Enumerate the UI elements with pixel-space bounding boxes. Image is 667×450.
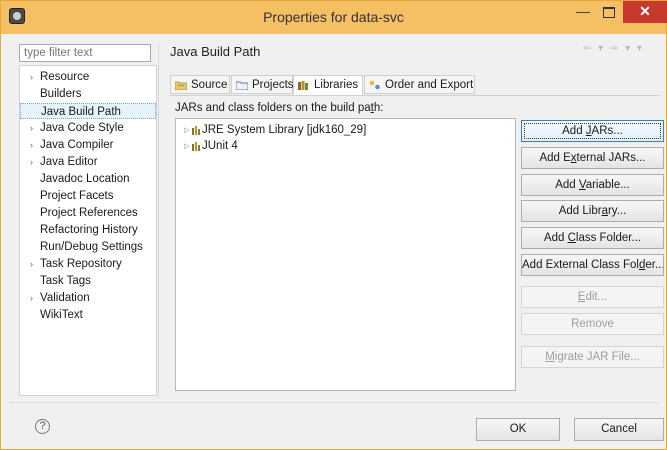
add-jars-button[interactable]: Add JARs... (521, 120, 664, 142)
tree-item-jre-system-library[interactable]: ▷ JRE System Library [jdk160_29] (182, 123, 366, 138)
nav-item[interactable]: Project References (20, 205, 156, 221)
nav-item[interactable]: Project Facets (20, 188, 156, 204)
nav-item-label: Java Code Style (40, 122, 124, 134)
tree-item-junit-4[interactable]: ▷ JUnit 4 (182, 139, 238, 154)
nav-item[interactable]: Builders (20, 86, 156, 102)
add-library-button[interactable]: Add Library... (521, 200, 664, 222)
nav-item-label: Validation (40, 292, 90, 304)
page-title: Java Build Path (170, 44, 261, 59)
maximize-icon (603, 7, 615, 18)
tab-order-and-export[interactable]: Order and Export (364, 75, 475, 94)
expand-arrow-icon[interactable]: ▷ (184, 139, 189, 154)
expand-chevron-icon[interactable]: › (30, 290, 33, 306)
nav-item-label: WikiText (40, 309, 83, 321)
nav-item-label: Java Editor (40, 156, 98, 168)
nav-item[interactable]: › Validation (20, 290, 156, 306)
tree-item-label: JUnit 4 (202, 140, 238, 152)
nav-item[interactable]: Task Tags (20, 273, 156, 289)
libraries-icon (298, 81, 308, 90)
order-export-icon (369, 80, 380, 90)
tab-projects[interactable]: Projects (231, 75, 294, 94)
minimize-button[interactable]: — (570, 1, 596, 23)
nav-item[interactable]: › Java Code Style (20, 120, 156, 136)
nav-item-label: Project References (40, 207, 138, 219)
ok-button[interactable]: OK (476, 418, 560, 441)
nav-item-label: Run/Debug Settings (40, 241, 143, 253)
add-variable-button[interactable]: Add Variable... (521, 174, 664, 196)
nav-item[interactable]: Javadoc Location (20, 171, 156, 187)
library-icon (192, 142, 200, 151)
window-title: Properties for data-svc (263, 9, 404, 25)
cancel-button[interactable]: Cancel (574, 418, 664, 441)
expand-chevron-icon[interactable]: › (30, 120, 33, 136)
maximize-button[interactable] (596, 1, 622, 23)
history-nav-controls[interactable]: ⇦ ▾ ⇨ ▾ ▾ (583, 43, 644, 54)
tab-label: Source (191, 79, 228, 91)
tab-label: Projects (252, 79, 294, 91)
projects-icon (236, 81, 248, 90)
nav-item-label: Refactoring History (40, 224, 138, 236)
nav-item[interactable]: › Resource (20, 69, 156, 85)
nav-item[interactable]: Refactoring History (20, 222, 156, 238)
libraries-tree[interactable]: ▷ JRE System Library [jdk160_29] ▷ JUnit… (175, 118, 516, 391)
edit-button[interactable]: Edit... (521, 286, 664, 308)
title-bar[interactable]: Properties for data-svc — ✕ (1, 1, 667, 34)
nav-item-label: Resource (40, 71, 90, 83)
migrate-jar-file-button[interactable]: Migrate JAR File... (521, 346, 664, 368)
expand-chevron-icon[interactable]: › (30, 256, 33, 272)
remove-button[interactable]: Remove (521, 313, 664, 335)
category-tree: › Resource Builders Java Build Path › Java Co… (19, 65, 157, 396)
nav-item[interactable]: Java Build Path (20, 103, 156, 119)
tab-label: Libraries (314, 79, 359, 91)
tab-separator (170, 95, 659, 96)
close-button[interactable]: ✕ (623, 1, 667, 23)
expand-chevron-icon[interactable]: › (30, 154, 33, 170)
nav-item-label: Project Facets (40, 190, 114, 202)
tree-item-label: JRE System Library [jdk160_29] (202, 124, 367, 136)
nav-item[interactable]: › Java Compiler (20, 137, 156, 153)
expand-arrow-icon[interactable]: ▷ (184, 123, 189, 138)
sash[interactable] (158, 43, 159, 398)
add-external-jars-button[interactable]: Add External JARs... (521, 147, 664, 169)
tab-source[interactable]: Source (170, 75, 230, 94)
tab-libraries[interactable]: Libraries (293, 75, 363, 96)
nav-item-label: Task Repository (40, 258, 122, 270)
footer-separator (9, 402, 659, 403)
nav-item[interactable]: WikiText (20, 307, 156, 323)
nav-item-label: Java Build Path (41, 106, 121, 118)
nav-item[interactable]: › Java Editor (20, 154, 156, 170)
nav-item-label: Java Compiler (40, 139, 114, 151)
help-icon[interactable]: ? (35, 419, 50, 434)
tab-label: Order and Export (385, 79, 474, 91)
source-folder-icon (175, 81, 187, 90)
build-path-caption: JARs and class folders on the build path… (175, 102, 384, 114)
expand-chevron-icon[interactable]: › (30, 69, 33, 85)
nav-item-label: Task Tags (40, 275, 91, 287)
properties-dialog: Properties for data-svc — ✕ › Resource Bui… (0, 0, 667, 450)
nav-item-label: Javadoc Location (40, 173, 130, 185)
add-external-class-folder-button[interactable]: Add External Class Folder... (521, 254, 664, 276)
expand-chevron-icon[interactable]: › (30, 137, 33, 153)
filter-input[interactable] (19, 44, 151, 62)
add-class-folder-button[interactable]: Add Class Folder... (521, 227, 664, 249)
library-icon (192, 126, 200, 135)
nav-item[interactable]: › Task Repository (20, 256, 156, 272)
nav-item-label: Builders (40, 88, 82, 100)
nav-item[interactable]: Run/Debug Settings (20, 239, 156, 255)
